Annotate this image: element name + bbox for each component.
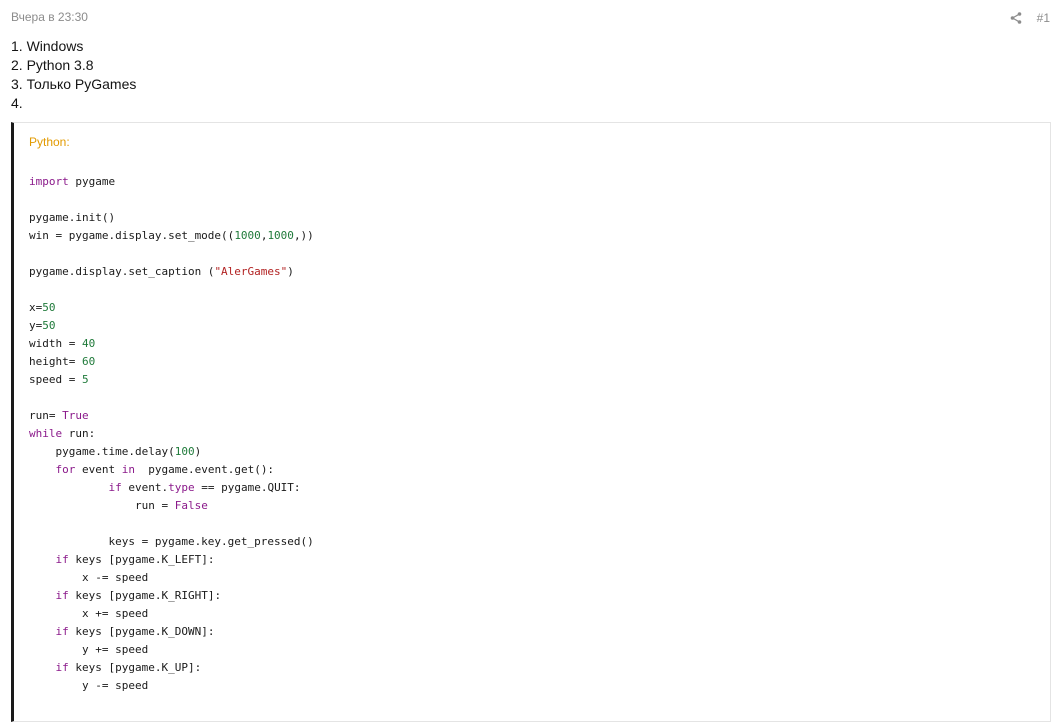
code-token: 50 [42, 319, 56, 332]
code-line: pygame.time.delay(100) [29, 443, 314, 461]
code-token: 1000 [267, 229, 294, 242]
code-line: import pygame [29, 173, 314, 191]
post-header: Вчера в 23:30 #1 [11, 10, 1050, 26]
code-line: y += speed [29, 641, 314, 659]
code-token: import [29, 175, 69, 188]
code-token: if [108, 481, 122, 494]
message-line: 4. [11, 95, 23, 111]
code-token: pygame.display.set_caption ( [29, 265, 215, 278]
code-token: ,)) [293, 229, 314, 242]
code-token: ) [194, 445, 202, 458]
code-token: y += speed [29, 643, 149, 656]
code-token: 50 [42, 301, 56, 314]
code-line: x=50 [29, 299, 314, 317]
code-token: if [55, 661, 69, 674]
code-token: event. [121, 481, 169, 494]
code-line: if keys [pygame.K_DOWN]: [29, 623, 314, 641]
message-line: 2. Python 3.8 [11, 57, 94, 73]
code-line: speed = 5 [29, 371, 314, 389]
code-line: if keys [pygame.K_LEFT]: [29, 551, 314, 569]
code-line: run= True [29, 407, 314, 425]
code-line: x -= speed [29, 569, 314, 587]
code-line: pygame.display.set_caption ("AlerGames") [29, 263, 314, 281]
code-line: width = 40 [29, 335, 314, 353]
share-icon[interactable] [1009, 11, 1023, 25]
code-line: keys = pygame.key.get_pressed() [29, 533, 314, 551]
code-token: "AlerGames" [214, 265, 288, 278]
code-token: y -= speed [29, 679, 149, 692]
code-token: type [168, 481, 195, 494]
code-line: height= 60 [29, 353, 314, 371]
code-token: x -= speed [29, 571, 149, 584]
code-line: if keys [pygame.K_UP]: [29, 659, 314, 677]
code-token: width = [29, 337, 82, 350]
code-token: if [55, 589, 69, 602]
code-line: run = False [29, 497, 314, 515]
code-line: while run: [29, 425, 314, 443]
code-token: pygame.init() [29, 211, 116, 224]
code-body[interactable]: import pygame pygame.init() win = pygame.d… [29, 173, 314, 695]
message-body: 1. Windows 2. Python 3.8 3. Только PyGam… [11, 37, 136, 113]
code-token: == pygame.QUIT: [194, 481, 301, 494]
code-token: 60 [81, 355, 96, 368]
code-token: keys [pygame.K_LEFT]: [68, 553, 215, 566]
code-token: keys [pygame.K_RIGHT]: [68, 589, 222, 602]
code-token: keys = pygame.key.get_pressed() [29, 535, 314, 548]
code-line: x += speed [29, 605, 314, 623]
code-token: run: [62, 427, 96, 440]
code-token: if [55, 553, 69, 566]
code-token: event [75, 463, 122, 476]
code-line: for event in pygame.event.get(): [29, 461, 314, 479]
message-line: 3. Только PyGames [11, 76, 137, 92]
post-actions: #1 [1009, 10, 1050, 25]
code-token: x= [29, 301, 43, 314]
code-token: True [62, 409, 89, 422]
code-token: keys [pygame.K_DOWN]: [68, 625, 215, 638]
code-token: pygame.time.delay( [29, 445, 175, 458]
code-token: while [29, 427, 63, 440]
post-number-link[interactable]: #1 [1037, 11, 1050, 25]
code-token: pygame [68, 175, 116, 188]
code-line: y=50 [29, 317, 314, 335]
code-line: if keys [pygame.K_RIGHT]: [29, 587, 314, 605]
code-token: run = [29, 499, 175, 512]
code-line: pygame.init() [29, 209, 314, 227]
message-line: 1. Windows [11, 38, 84, 54]
code-token: if [55, 625, 69, 638]
code-token: speed = [29, 373, 82, 386]
post-date[interactable]: Вчера в 23:30 [11, 10, 88, 24]
code-token: pygame.event.get(): [134, 463, 275, 476]
code-line: win = pygame.display.set_mode((1000,1000… [29, 227, 314, 245]
code-token: keys [pygame.K_UP]: [68, 661, 202, 674]
code-token: y= [29, 319, 43, 332]
code-token: 5 [81, 373, 89, 386]
code-token: x += speed [29, 607, 149, 620]
code-token: run= [29, 409, 63, 422]
code-block: Python: import pygame pygame.init() win = … [11, 122, 1051, 722]
code-token: in [121, 463, 135, 476]
code-token: False [174, 499, 208, 512]
code-token: 100 [174, 445, 195, 458]
code-line: if event.type == pygame.QUIT: [29, 479, 314, 497]
code-line: y -= speed [29, 677, 314, 695]
code-token: height= [29, 355, 82, 368]
code-token: 40 [81, 337, 96, 350]
code-token: ) [287, 265, 294, 278]
code-token: 1000 [234, 229, 261, 242]
code-token: win = pygame.display.set_mode(( [29, 229, 235, 242]
code-language-title: Python: [29, 135, 70, 149]
code-token: for [55, 463, 76, 476]
